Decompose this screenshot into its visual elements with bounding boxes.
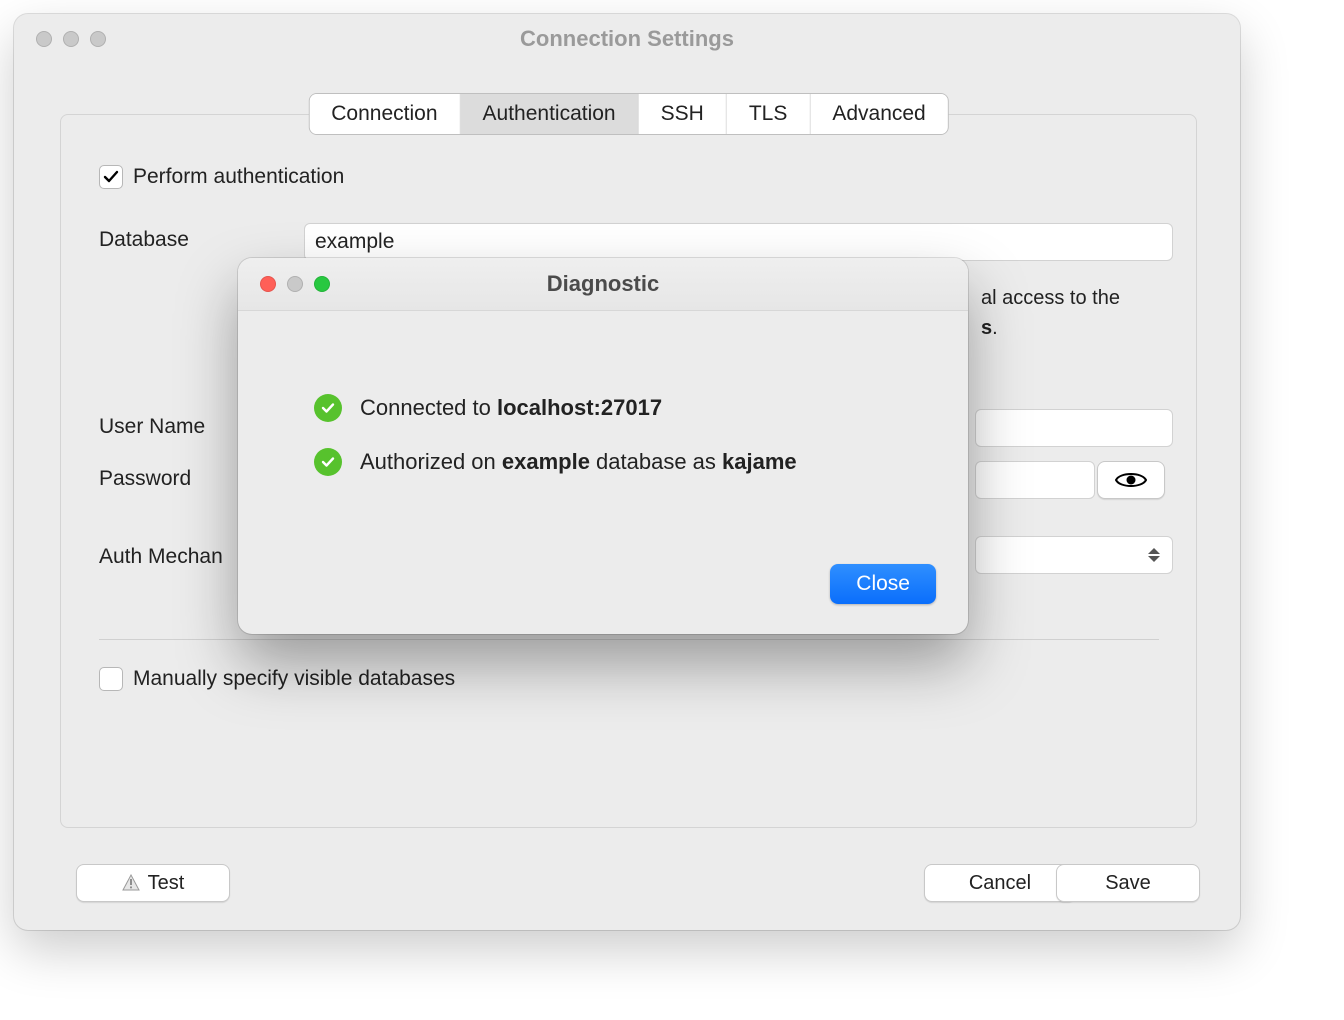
diag-text-part: database as [590, 449, 722, 474]
tab-ssh[interactable]: SSH [639, 94, 727, 134]
check-icon [103, 169, 119, 185]
auth-mechanism-row: Auth Mechan [99, 545, 223, 569]
manual-dbs-checkbox[interactable] [99, 667, 123, 691]
tab-authentication[interactable]: Authentication [461, 94, 639, 134]
window-title: Connection Settings [14, 26, 1240, 52]
perform-auth-label: Perform authentication [133, 165, 344, 189]
auth-mechanism-label: Auth Mechan [99, 545, 223, 569]
show-password-button[interactable] [1097, 461, 1165, 499]
perform-auth-checkbox[interactable] [99, 165, 123, 189]
perform-auth-row: Perform authentication [99, 165, 344, 189]
helper-text-line: s [981, 317, 992, 339]
tab-advanced[interactable]: Advanced [810, 94, 947, 134]
password-input[interactable] [975, 461, 1095, 499]
eye-icon [1115, 470, 1147, 490]
tab-tls[interactable]: TLS [727, 94, 811, 134]
diag-db: example [502, 449, 590, 474]
database-label: Database [99, 228, 189, 252]
window-titlebar: Connection Settings [14, 14, 1240, 64]
tab-label: Advanced [832, 102, 925, 126]
dialog-titlebar: Diagnostic [238, 258, 968, 311]
diag-authorized-text: Authorized on example database as kajame [360, 449, 797, 475]
database-helper-text: al access to the s. [981, 283, 1181, 343]
dialog-title: Diagnostic [238, 271, 968, 297]
username-row: User Name [99, 415, 205, 439]
check-circle-icon [314, 394, 342, 422]
diag-row-connected: Connected to localhost:27017 [314, 394, 662, 422]
test-button-label: Test [148, 872, 185, 895]
save-button[interactable]: Save [1056, 864, 1200, 902]
tab-label: SSH [661, 102, 704, 126]
tab-connection[interactable]: Connection [309, 94, 460, 134]
diag-host: localhost:27017 [497, 395, 662, 420]
manual-dbs-label: Manually specify visible databases [133, 667, 455, 691]
diag-user: kajame [722, 449, 797, 474]
warning-icon [122, 874, 140, 892]
settings-tabs: Connection Authentication SSH TLS Advanc… [308, 93, 948, 135]
database-row: Database [99, 228, 189, 252]
close-button-label: Close [856, 572, 910, 596]
password-row: Password [99, 467, 191, 491]
cancel-button[interactable]: Cancel [924, 864, 1076, 902]
chevron-updown-icon [1148, 548, 1162, 562]
diag-connected-text: Connected to localhost:27017 [360, 395, 662, 421]
check-circle-icon [314, 448, 342, 476]
diagnostic-dialog: Diagnostic Connected to localhost:27017 … [238, 258, 968, 634]
auth-mechanism-select[interactable] [975, 536, 1173, 574]
diag-row-authorized: Authorized on example database as kajame [314, 448, 797, 476]
test-button[interactable]: Test [76, 864, 230, 902]
tab-label: TLS [749, 102, 788, 126]
database-value: example [315, 230, 394, 254]
manual-dbs-row: Manually specify visible databases [99, 667, 455, 691]
cancel-button-label: Cancel [969, 872, 1031, 895]
database-input[interactable]: example [304, 223, 1173, 261]
save-button-label: Save [1105, 872, 1151, 895]
diag-text-part: Authorized on [360, 449, 502, 474]
diag-text-part: Connected to [360, 395, 497, 420]
username-label: User Name [99, 415, 205, 439]
tab-label: Authentication [483, 102, 616, 126]
helper-text-line: al access to the [981, 287, 1120, 309]
section-divider [99, 639, 1159, 640]
password-label: Password [99, 467, 191, 491]
tab-label: Connection [331, 102, 437, 126]
close-button[interactable]: Close [830, 564, 936, 604]
username-input[interactable] [975, 409, 1173, 447]
